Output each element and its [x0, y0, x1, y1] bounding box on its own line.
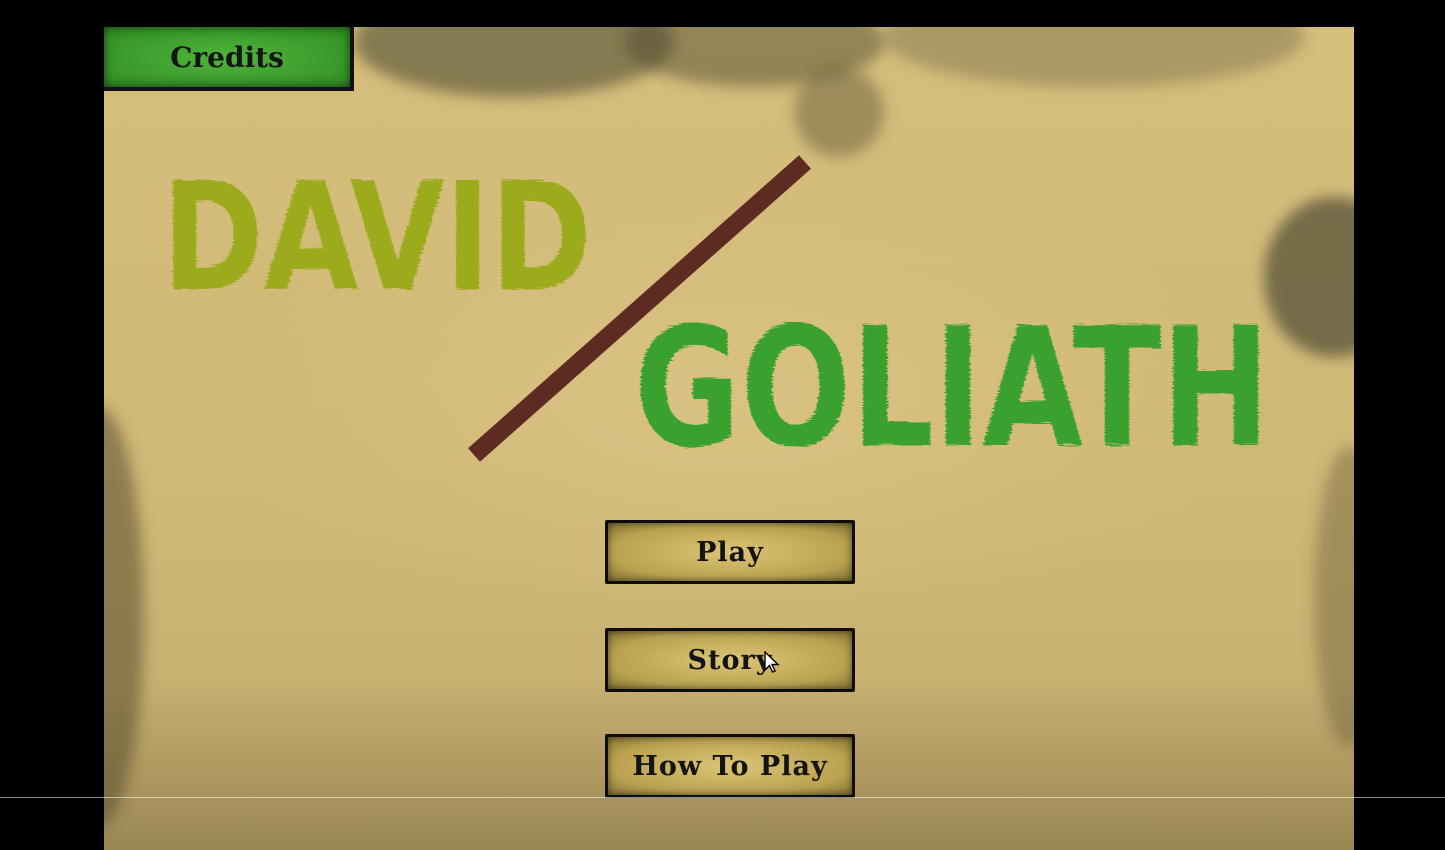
credits-button[interactable]: Credits [104, 27, 354, 91]
title-goliath: GOLIATH [634, 292, 1270, 484]
title-david: DAVID [162, 151, 592, 325]
how-to-play-button[interactable]: How To Play [605, 734, 855, 798]
arrow-cursor-icon [764, 651, 780, 673]
story-button[interactable]: Story [605, 628, 855, 692]
divider-line [0, 797, 1445, 798]
play-button[interactable]: Play [605, 520, 855, 584]
main-menu-screen: DAVID GOLIATH Credits Play Story How To … [104, 27, 1354, 850]
game-title: DAVID GOLIATH [162, 151, 1270, 484]
